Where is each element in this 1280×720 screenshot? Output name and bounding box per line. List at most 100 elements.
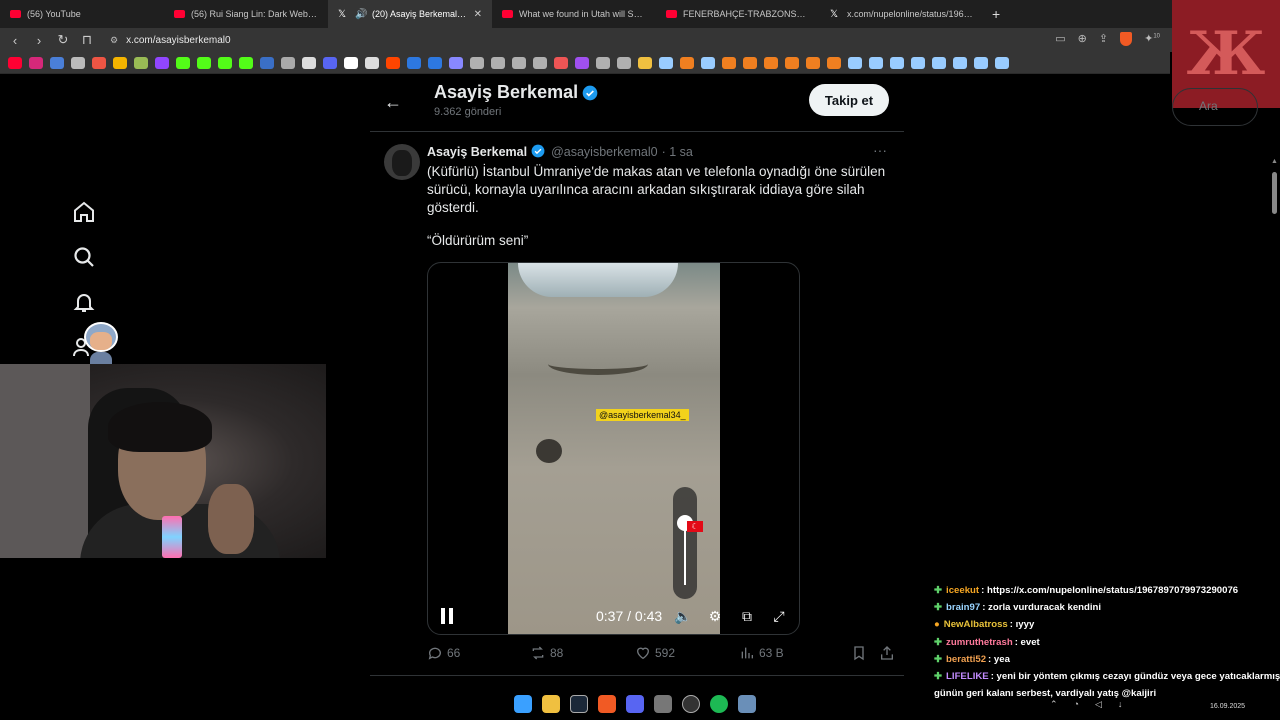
bookmark-steam-icon[interactable] (869, 56, 883, 69)
share-button[interactable] (879, 645, 895, 661)
reload-icon[interactable]: ↻ (56, 32, 70, 48)
bookmark-steam-icon[interactable] (995, 56, 1009, 69)
scrollbar[interactable] (1272, 172, 1277, 214)
tweet[interactable]: Asayiş Berkemal @asayisberkemal0 · 1 sa … (370, 132, 904, 676)
app-icon[interactable] (738, 695, 756, 713)
bookmark-link-icon[interactable] (764, 56, 778, 69)
new-tab-button[interactable]: + (984, 6, 1008, 22)
tab-fenerbahce[interactable]: FENERBAHÇE-TRABZONSPOR @Kad (656, 0, 820, 28)
share-icon[interactable]: ⇪ (1099, 32, 1108, 46)
bookmark-steam-icon[interactable] (974, 56, 988, 69)
bookmark-icon[interactable]: ⊓ (80, 32, 94, 48)
spotify-icon[interactable] (710, 695, 728, 713)
bookmark-docs-icon[interactable] (50, 56, 64, 69)
bookmark-link-icon[interactable] (407, 56, 421, 69)
brave-shield-icon[interactable] (1120, 32, 1133, 46)
tab-nupelonline[interactable]: 𝕏 x.com/nupelonline/status/19678970 (820, 0, 984, 28)
notifications-icon[interactable] (70, 288, 98, 316)
bookmark-button[interactable] (851, 645, 879, 661)
file-explorer-icon[interactable] (542, 695, 560, 713)
bookmark-instagram-icon[interactable] (29, 56, 43, 69)
bookmark-drive-icon[interactable] (113, 56, 127, 69)
like-button[interactable]: 592 (635, 645, 739, 661)
bookmark-link-icon[interactable] (491, 56, 505, 69)
bookmark-reddit-icon[interactable] (386, 56, 400, 69)
home-icon[interactable] (70, 198, 98, 226)
zoom-icon[interactable]: ⊕ (1078, 32, 1087, 46)
bookmark-link-icon[interactable] (722, 56, 736, 69)
bookmark-x-icon[interactable] (302, 56, 316, 69)
bookmark-amazon-icon[interactable] (365, 56, 379, 69)
tab-youtube[interactable]: (56) YouTube (0, 0, 164, 28)
bookmark-steam-icon[interactable] (953, 56, 967, 69)
repost-button[interactable]: 88 (530, 645, 635, 661)
bookmark-folder-icon[interactable] (638, 56, 652, 69)
steam-icon[interactable] (570, 695, 588, 713)
obs-icon[interactable] (682, 695, 700, 713)
bookmark-star-icon[interactable] (239, 56, 253, 69)
tweet-handle[interactable]: @asayisberkemal0 (551, 145, 657, 159)
bookmark-youtube-icon[interactable] (8, 56, 22, 69)
search-icon[interactable] (70, 243, 98, 271)
bookmark-steam-icon[interactable] (932, 56, 946, 69)
bookmark-link-icon[interactable] (743, 56, 757, 69)
brave-icon[interactable] (598, 695, 616, 713)
bookmark-steam-icon[interactable] (848, 56, 862, 69)
bookmark-kick-icon[interactable] (218, 56, 232, 69)
bookmark-link-icon[interactable] (617, 56, 631, 69)
bookmark-kick-icon[interactable] (197, 56, 211, 69)
bookmark-link-icon[interactable] (449, 56, 463, 69)
more-options-icon[interactable]: ··· (873, 142, 887, 158)
bookmark-chrome-icon[interactable] (134, 56, 148, 69)
speaker-icon[interactable]: 🔊 (355, 9, 367, 20)
bookmark-link-icon[interactable] (281, 56, 295, 69)
bookmark-link-icon[interactable] (428, 56, 442, 69)
app-icon[interactable] (654, 695, 672, 713)
bookmark-link-icon[interactable] (827, 56, 841, 69)
bookmark-steam-icon[interactable] (659, 56, 673, 69)
tab-asayis-berkemal[interactable]: 𝕏 🔊 (20) Asayiş Berkemal (@asayi ✕ (328, 0, 492, 28)
volume-tray-icon[interactable]: ◁ (1095, 699, 1102, 710)
bookmark-twitch-icon[interactable] (155, 56, 169, 69)
windows-start-icon[interactable] (514, 695, 532, 713)
pause-icon[interactable] (441, 608, 455, 624)
forward-icon[interactable]: › (32, 33, 46, 48)
bookmark-steam-icon[interactable] (911, 56, 925, 69)
extension-icon[interactable]: ✦10 (1144, 32, 1160, 46)
close-icon[interactable]: ✕ (474, 9, 482, 20)
tab-rui-siang[interactable]: (56) Rui Siang Lin: Dark Web Baronu (164, 0, 328, 28)
bookmark-steam-icon[interactable] (260, 56, 274, 69)
bookmark-link-icon[interactable] (533, 56, 547, 69)
bookmark-link-icon[interactable] (470, 56, 484, 69)
bookmark-steam-icon[interactable] (890, 56, 904, 69)
url-field[interactable]: ⚙ x.com/asayisberkemal0 (110, 35, 231, 46)
search-box[interactable]: Ara (1172, 88, 1258, 126)
tweet-author[interactable]: Asayiş Berkemal (427, 145, 527, 159)
bookmark-steam-icon[interactable] (701, 56, 715, 69)
download-icon[interactable]: ↓ (1118, 699, 1123, 710)
bookmark-kick-icon[interactable] (176, 56, 190, 69)
bookmark-link-icon[interactable] (512, 56, 526, 69)
bookmark-discord-icon[interactable] (323, 56, 337, 69)
bookmark-p-icon[interactable] (344, 56, 358, 69)
bookmark-link-icon[interactable] (806, 56, 820, 69)
wifi-icon[interactable]: ◔ (1074, 699, 1079, 710)
bookmark-link-icon[interactable] (680, 56, 694, 69)
bookmark-link-icon[interactable] (596, 56, 610, 69)
follow-button[interactable]: Takip et (809, 84, 889, 116)
back-icon[interactable]: ‹ (8, 33, 22, 48)
video-player[interactable]: @asayisberkemal34_ ☾ 0:37 / 0:43 🔈 ⚙ ⧉ ⤢ (427, 262, 800, 635)
tweet-time[interactable]: · 1 sa (662, 145, 693, 159)
scroll-up-icon[interactable]: ▲ (1271, 158, 1278, 165)
chevron-up-icon[interactable]: ⌃ (1050, 699, 1058, 710)
settings-icon[interactable]: ⚙ (706, 607, 724, 625)
avatar[interactable] (384, 144, 420, 180)
pip-icon[interactable]: ⧉ (738, 607, 756, 625)
cast-icon[interactable]: ▭ (1055, 32, 1065, 46)
bookmark-link-icon[interactable] (785, 56, 799, 69)
fullscreen-icon[interactable]: ⤢ (770, 607, 788, 625)
views-button[interactable]: 63 B (739, 645, 851, 661)
back-arrow-icon[interactable]: ← (384, 92, 402, 113)
bookmark-link-icon[interactable] (575, 56, 589, 69)
discord-icon[interactable] (626, 695, 644, 713)
